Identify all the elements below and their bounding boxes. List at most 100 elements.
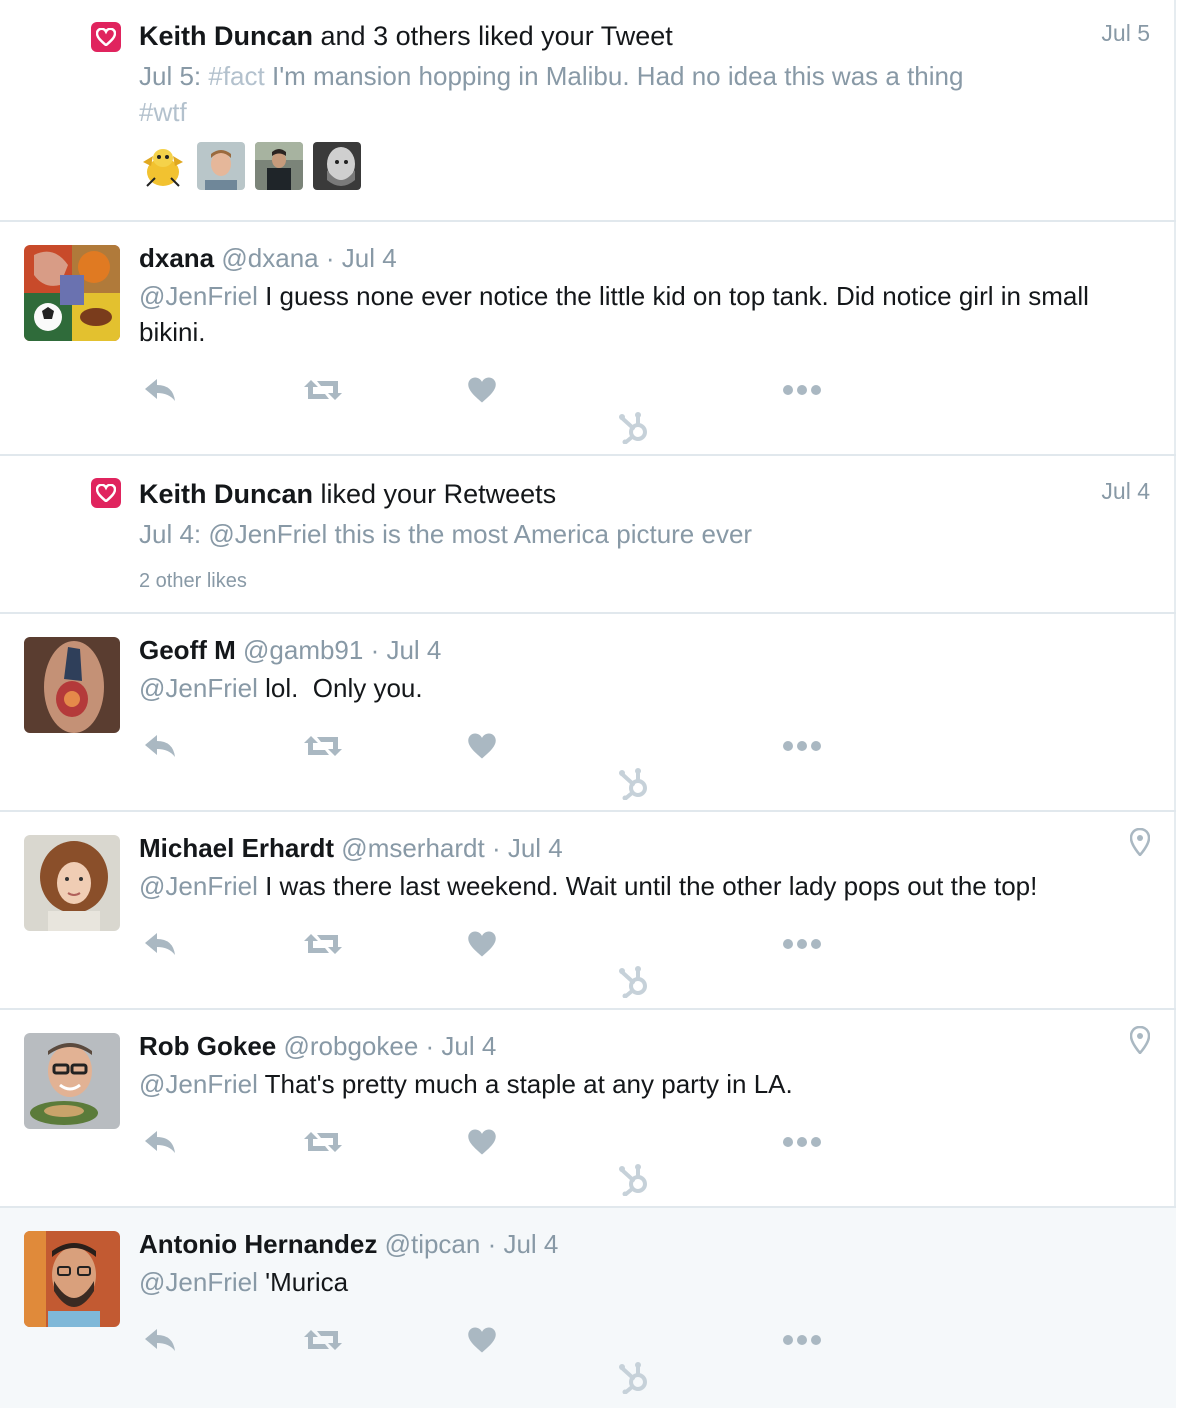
- like-button[interactable]: [467, 370, 497, 410]
- retweet-button[interactable]: [303, 1320, 343, 1360]
- hubspot-sprocket-icon[interactable]: [618, 766, 650, 805]
- hashtag-wtf[interactable]: #wtf: [139, 97, 187, 127]
- tweet-actions: [139, 726, 839, 766]
- tweet-body: 'Murica: [257, 1267, 349, 1297]
- like-notification[interactable]: Keith Duncan liked your Retweets Jul 4 J…: [0, 456, 1176, 614]
- heart-badge-icon: [91, 22, 121, 52]
- actor-name[interactable]: Keith Duncan: [139, 21, 313, 51]
- liked-tweet-text[interactable]: Jul 4: @JenFriel this is the most Americ…: [139, 516, 999, 552]
- tweet[interactable]: Rob Gokee @robgokee · Jul 4 @JenFriel Th…: [0, 1010, 1176, 1208]
- liker-avatar[interactable]: [139, 142, 187, 190]
- retweet-button[interactable]: [303, 370, 343, 410]
- tweet-date-prefix: Jul 5:: [139, 61, 209, 91]
- heart-badge-icon: [91, 478, 121, 508]
- avatar[interactable]: [24, 1231, 120, 1327]
- user-handle[interactable]: @mserhardt: [341, 833, 484, 863]
- location-pin-icon[interactable]: [1129, 1025, 1151, 1059]
- tweet-date-prefix: Jul 4:: [139, 519, 209, 549]
- more-icon: [783, 385, 821, 395]
- more-button[interactable]: [782, 726, 822, 766]
- retweet-icon: [304, 934, 342, 954]
- tweet-body: lol. Only you.: [257, 673, 423, 703]
- mention-link[interactable]: @JenFriel: [139, 281, 258, 311]
- tweet-date[interactable]: · Jul 4: [492, 833, 563, 863]
- heart-icon: [468, 377, 496, 403]
- tweet-date[interactable]: · Jul 4: [426, 1031, 497, 1061]
- more-button[interactable]: [782, 370, 822, 410]
- tweet-header: Antonio Hernandez @tipcan · Jul 4: [139, 1228, 558, 1260]
- mention-link[interactable]: @JenFriel: [139, 871, 258, 901]
- tweet[interactable]: Michael Erhardt @mserhardt · Jul 4 @JenF…: [0, 812, 1176, 1010]
- liker-avatar[interactable]: [197, 142, 245, 190]
- tweet-text: @JenFriel 'Murica: [139, 1264, 1129, 1300]
- retweet-button[interactable]: [303, 924, 343, 964]
- tweet-date[interactable]: · Jul 4: [326, 243, 397, 273]
- notification-date: Jul 5: [1101, 20, 1150, 46]
- like-button[interactable]: [467, 924, 497, 964]
- liker-avatar[interactable]: [313, 142, 361, 190]
- like-notification[interactable]: Keith Duncan and 3 others liked your Twe…: [0, 0, 1176, 222]
- actor-name[interactable]: Keith Duncan: [139, 479, 313, 509]
- more-button[interactable]: [782, 1320, 822, 1360]
- retweet-icon: [304, 380, 342, 400]
- tweet-header: Geoff M @gamb91 · Jul 4: [139, 634, 441, 666]
- liked-tweet-text[interactable]: Jul 5: #fact I'm mansion hopping in Mali…: [139, 58, 999, 130]
- notification-summary: Keith Duncan and 3 others liked your Twe…: [139, 19, 673, 53]
- hubspot-sprocket-icon[interactable]: [618, 964, 650, 1003]
- user-name[interactable]: Antonio Hernandez: [139, 1229, 377, 1259]
- tweet-actions: [139, 924, 839, 964]
- reply-button[interactable]: [143, 370, 177, 410]
- like-button[interactable]: [467, 726, 497, 766]
- user-name[interactable]: Michael Erhardt: [139, 833, 334, 863]
- user-name[interactable]: dxana: [139, 243, 214, 273]
- tweet-text: this is the most America picture ever: [327, 519, 753, 549]
- avatar[interactable]: [24, 637, 120, 733]
- more-button[interactable]: [782, 1122, 822, 1162]
- heart-icon: [468, 733, 496, 759]
- more-button[interactable]: [782, 924, 822, 964]
- avatar[interactable]: [24, 835, 120, 931]
- notification-date: Jul 4: [1101, 478, 1150, 504]
- more-icon: [783, 1137, 821, 1147]
- tweet[interactable]: dxana @dxana · Jul 4 @JenFriel I guess n…: [0, 222, 1176, 456]
- hubspot-sprocket-icon[interactable]: [618, 1162, 650, 1201]
- reply-button[interactable]: [143, 924, 177, 964]
- liker-avatar[interactable]: [255, 142, 303, 190]
- reply-button[interactable]: [143, 1320, 177, 1360]
- hashtag-fact[interactable]: #fact: [208, 61, 264, 91]
- like-button[interactable]: [467, 1122, 497, 1162]
- retweet-icon: [304, 1132, 342, 1152]
- retweet-button[interactable]: [303, 726, 343, 766]
- reply-icon: [145, 735, 175, 757]
- tweet-date[interactable]: · Jul 4: [488, 1229, 559, 1259]
- user-handle[interactable]: @dxana: [221, 243, 318, 273]
- avatar[interactable]: [24, 245, 120, 341]
- tweet-date[interactable]: · Jul 4: [371, 635, 442, 665]
- reply-button[interactable]: [143, 726, 177, 766]
- tweet-text: @JenFriel I was there last weekend. Wait…: [139, 868, 1149, 904]
- tweet-body: That's pretty much a staple at any party…: [257, 1069, 793, 1099]
- tweet-header: dxana @dxana · Jul 4: [139, 242, 397, 274]
- user-handle[interactable]: @tipcan: [385, 1229, 481, 1259]
- tweet[interactable]: Geoff M @gamb91 · Jul 4 @JenFriel lol. O…: [0, 614, 1176, 812]
- mention-link[interactable]: @JenFriel: [139, 673, 258, 703]
- mention-link[interactable]: @JenFriel: [139, 1267, 258, 1297]
- tweet[interactable]: Antonio Hernandez @tipcan · Jul 4 @JenFr…: [0, 1208, 1176, 1408]
- user-name[interactable]: Rob Gokee: [139, 1031, 276, 1061]
- hubspot-sprocket-icon[interactable]: [618, 410, 650, 449]
- other-likes-link[interactable]: 2 other likes: [139, 570, 247, 593]
- avatar[interactable]: [24, 1033, 120, 1129]
- reply-button[interactable]: [143, 1122, 177, 1162]
- hubspot-sprocket-icon[interactable]: [618, 1360, 650, 1399]
- user-handle[interactable]: @gamb91: [243, 635, 363, 665]
- retweet-button[interactable]: [303, 1122, 343, 1162]
- reply-icon: [145, 1329, 175, 1351]
- user-name[interactable]: Geoff M: [139, 635, 236, 665]
- mention-link[interactable]: @JenFriel: [208, 519, 327, 549]
- mention-link[interactable]: @JenFriel: [139, 1069, 258, 1099]
- user-handle[interactable]: @robgokee: [283, 1031, 418, 1061]
- like-button[interactable]: [467, 1320, 497, 1360]
- more-icon: [783, 1335, 821, 1345]
- location-pin-icon[interactable]: [1129, 827, 1151, 861]
- notification-action: liked your Retweets: [313, 479, 557, 509]
